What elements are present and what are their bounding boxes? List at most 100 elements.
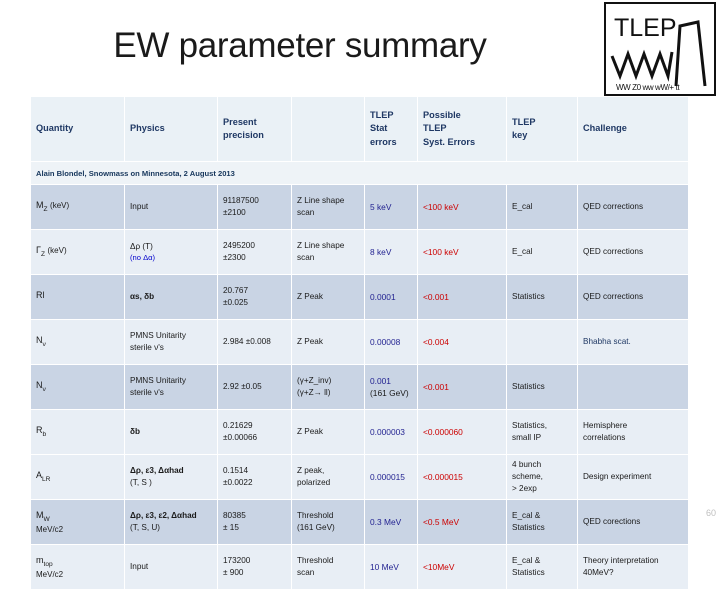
stat-value: 0.3 MeV (370, 516, 402, 527)
cell-syst-error: <0.000060 (418, 410, 506, 454)
quantity-unit: MeV/c2 (36, 524, 64, 534)
cell-method: Z Line shape scan (292, 185, 364, 229)
quantity-unit: (keV) (47, 246, 67, 256)
stat-value: 10 MeV (370, 561, 399, 572)
physics-line2: sterile ν's (130, 388, 164, 397)
cell-method: Threshold scan (292, 545, 364, 589)
table-row: MZ (keV) Input 91187500 ±2100 Z Line sha… (31, 185, 688, 229)
cell-tlep-key: E_cal (507, 185, 577, 229)
cell-challenge: Design experiment (578, 455, 688, 499)
cell-challenge (578, 365, 688, 409)
challenge-line1: Hemisphere (583, 421, 628, 431)
physics-line1: Δρ, ε3, ε2, Δαhad (130, 510, 212, 522)
key-line2: scheme, (512, 472, 543, 482)
cell-syst-error: <0.004 (418, 320, 506, 364)
stat-value: 0.000003 (370, 426, 405, 437)
key-line1: Statistics (512, 292, 545, 302)
header-key-line2: key (512, 130, 528, 140)
cell-stat-error: 0.0001 (365, 275, 417, 319)
logo-sub-processes: WW Z0 ww wW/+ tt (616, 83, 680, 92)
present-value: 0.21629 (223, 421, 253, 431)
key-line1: E_cal (512, 247, 533, 257)
cell-quantity: Rb (31, 410, 124, 454)
quantity-symbol: Rl (36, 290, 45, 301)
challenge-line1: Bhabha scat. (583, 337, 631, 347)
cell-physics: Δρ (T) (no Δα) (125, 230, 217, 274)
present-uncertainty: ±0.00066 (223, 433, 258, 442)
stat-value: 8 keV (370, 246, 392, 257)
method-line1: Z Line shape (297, 196, 345, 206)
quantity-subscript: Z (40, 251, 45, 259)
cell-tlep-key: E_cal & Statistics (507, 545, 577, 589)
column-header-tlep-stat-errors: TLEP Stat errors (365, 97, 417, 161)
cell-present-precision: 173200 ± 900 (218, 545, 291, 589)
cell-tlep-key: E_cal & Statistics (507, 500, 577, 544)
challenge-line2: correlations (583, 433, 626, 442)
cell-present-precision: 0.21629 ±0.00066 (218, 410, 291, 454)
present-uncertainty: ±0.0022 (223, 478, 253, 487)
cell-challenge: Theory interpretation 40MeV? (578, 545, 688, 589)
header-present-line1: Present (223, 116, 257, 127)
cell-challenge: Bhabha scat. (578, 320, 688, 364)
cell-syst-error: <0.000015 (418, 455, 506, 499)
header-present-line2: precision (223, 130, 264, 140)
present-uncertainty: ± 15 (223, 523, 239, 532)
header-stat-line3: errors (370, 136, 397, 147)
table-row: Nν PMNS Unitarity sterile ν's 2.984 ±0.0… (31, 320, 688, 364)
method-line2: (161 GeV) (297, 523, 335, 532)
physics-line1: Δρ, ε3, Δαhad (130, 465, 212, 477)
cell-method: Z Peak (292, 275, 364, 319)
header-stat-line1: TLEP (370, 109, 394, 120)
table-row: ALR Δρ, ε3, Δαhad (T, S ) 0.1514 ±0.0022… (31, 455, 688, 499)
column-header-physics: Physics (125, 97, 217, 161)
cell-stat-error: 10 MeV (365, 545, 417, 589)
method-line2: scan (297, 208, 315, 217)
cell-physics: δb (125, 410, 217, 454)
cell-physics: PMNS Unitarity sterile ν's (125, 365, 217, 409)
cell-tlep-key: Statistics (507, 365, 577, 409)
cell-syst-error: <100 keV (418, 230, 506, 274)
cell-present-precision: 20.767 ±0.025 (218, 275, 291, 319)
cell-stat-error: 8 keV (365, 230, 417, 274)
present-value: 2.92 ±0.05 (223, 382, 262, 392)
present-uncertainty: ±0.025 (223, 298, 248, 307)
physics-formula: δb (130, 427, 140, 437)
present-value: 91187500 (223, 196, 259, 206)
key-line2: Statistics (512, 523, 545, 532)
challenge-line1: QED corrections (583, 247, 644, 257)
cell-method: Threshold (161 GeV) (292, 500, 364, 544)
physics-line1: Δρ (T) (130, 241, 153, 251)
cell-stat-error: 0.001 (161 GeV) (365, 365, 417, 409)
cell-stat-error: 5 keV (365, 185, 417, 229)
ew-parameter-table-wrapper: Quantity Physics Present precision TLEP … (30, 96, 688, 590)
present-value: 2.984 ±0.008 (223, 337, 271, 347)
stat-value: 0.0001 (370, 291, 396, 302)
header-syst-line1: Possible (423, 109, 461, 120)
cell-present-precision: 80385 ± 15 (218, 500, 291, 544)
tlep-logo: TLEP WW Z0 ww wW/+ tt (604, 2, 716, 96)
cell-quantity: MZ (keV) (31, 185, 124, 229)
present-value: 2495200 (223, 241, 255, 251)
cell-quantity: ALR (31, 455, 124, 499)
table-row: mtop MeV/c2 Input 173200 ± 900 Threshold… (31, 545, 688, 589)
cell-challenge: QED corrections (578, 275, 688, 319)
note-text: Alain Blondel, Snowmass on Minnesota, 2 … (31, 162, 688, 184)
cell-method: Z peak, polarized (292, 455, 364, 499)
tlep-logo-subtitle: WW Z0 ww wW/+ tt (616, 83, 680, 92)
cell-physics: Δρ, ε3, ε2, Δαhad (T, S, U) (125, 500, 217, 544)
cell-method: Z Line shape scan (292, 230, 364, 274)
cell-syst-error: <0.001 (418, 275, 506, 319)
table-row: ΓZ (keV) Δρ (T) (no Δα) 2495200 ±2300 Z … (31, 230, 688, 274)
cell-quantity: Nν (31, 320, 124, 364)
quantity-subscript: top (43, 560, 53, 568)
cell-syst-error: <100 keV (418, 185, 506, 229)
quantity-unit: (keV) (50, 201, 70, 211)
method-line1: Z Line shape (297, 241, 345, 251)
key-line1: E_cal & (512, 556, 541, 566)
cell-tlep-key (507, 320, 577, 364)
column-header-quantity: Quantity (31, 97, 124, 161)
quantity-symbol: m (36, 554, 44, 565)
cell-quantity: Nν (31, 365, 124, 409)
physics-formula: Δρ, ε3, Δαhad (130, 466, 184, 476)
physics-line2: (T, S ) (130, 478, 152, 487)
